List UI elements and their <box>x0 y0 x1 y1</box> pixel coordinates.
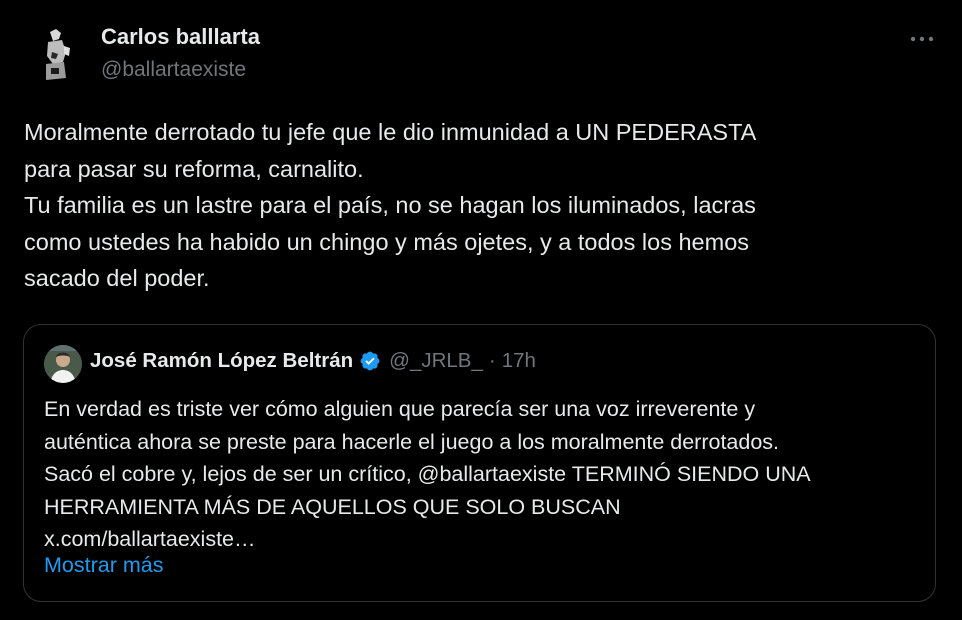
tweet-text-line: Tu familia es un lastre para el país, no… <box>24 192 756 218</box>
tweet-text-line: para pasar su reforma, carnalito. <box>24 155 364 182</box>
tweet-text: Moralmente derrotado tu jefe que le dio … <box>24 114 924 297</box>
quoted-author-display-name[interactable]: José Ramón López Beltrán <box>90 349 353 373</box>
avatar-image <box>26 22 90 86</box>
show-more-link[interactable]: Mostrar más <box>44 553 163 578</box>
quoted-text-line: HERRAMIENTA MÁS DE AQUELLOS QUE SOLO BUS… <box>44 494 621 519</box>
verified-badge-icon[interactable] <box>359 350 381 372</box>
tweet: Carlos balllarta @ballartaexiste Moralme… <box>0 0 962 620</box>
more-horizontal-icon <box>910 36 934 42</box>
separator-dot: · <box>488 349 496 372</box>
quoted-tweet-text: En verdad es triste ver cómo alguien que… <box>44 393 924 556</box>
quoted-author-handle[interactable]: @_JRLB_ <box>389 349 483 373</box>
quoted-text-line: auténtica ahora se preste para hacerle e… <box>44 429 780 454</box>
author-avatar[interactable] <box>26 22 90 86</box>
quoted-text-line: Sacó el cobre y, lejos de ser un crítico… <box>44 462 811 486</box>
quoted-tweet-header: José Ramón López Beltrán @_JRLB_ · 17h <box>90 349 536 373</box>
more-options-button[interactable] <box>902 24 942 54</box>
tweet-text-line: como ustedes ha habido un chingo y más o… <box>24 228 750 255</box>
quoted-avatar-image <box>44 345 82 383</box>
quoted-author-avatar[interactable] <box>44 345 82 383</box>
tweet-text-line: Moralmente derrotado tu jefe que le dio … <box>24 119 757 145</box>
quoted-text-line: En verdad es triste ver cómo alguien que… <box>44 397 756 421</box>
quoted-tweet-card[interactable]: José Ramón López Beltrán @_JRLB_ · 17h E… <box>23 324 936 602</box>
quoted-timestamp[interactable]: 17h <box>502 349 536 373</box>
quoted-link-line: x.com/ballartaexiste… <box>44 527 256 551</box>
tweet-text-line: sacado del poder. <box>24 265 210 291</box>
author-handle[interactable]: @ballartaexiste <box>101 58 246 82</box>
author-display-name[interactable]: Carlos balllarta <box>101 24 260 50</box>
